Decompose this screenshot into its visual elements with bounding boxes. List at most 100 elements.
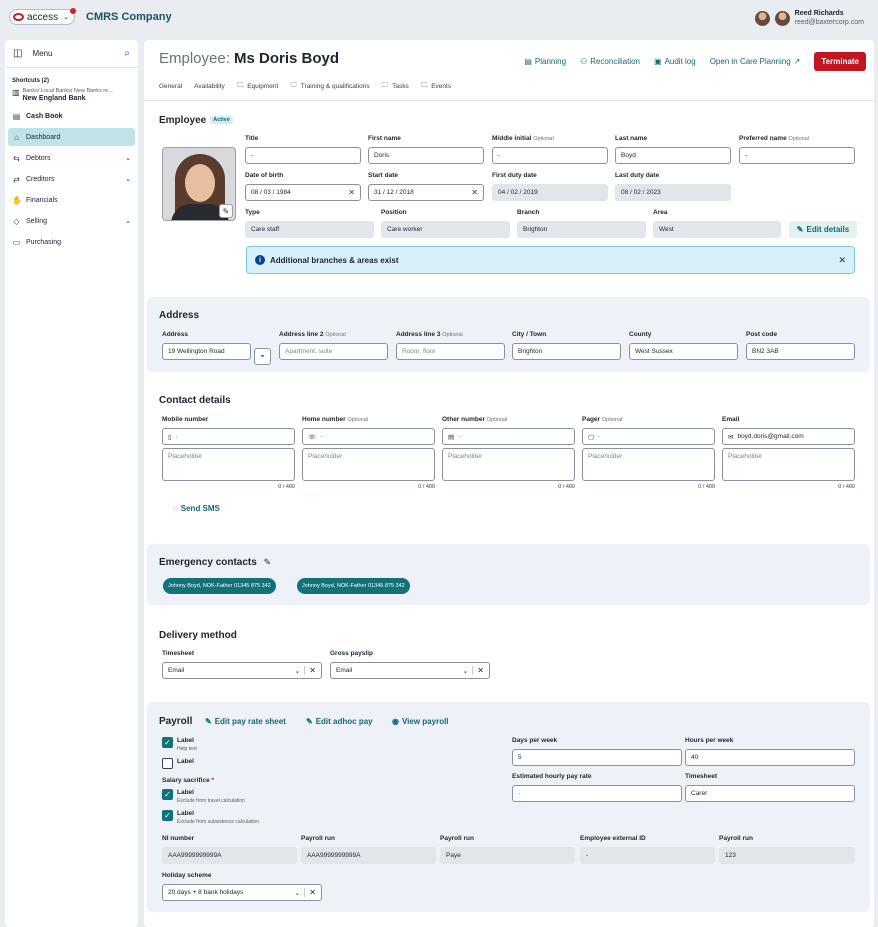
shortcut-cash-book[interactable]: ▤ Cash Book xyxy=(8,107,135,125)
checkbox-2[interactable]: Label xyxy=(162,758,194,769)
clear-icon[interactable]: ✕ xyxy=(472,666,484,675)
first-duty-value: 04 / 02 / 2019 xyxy=(492,184,608,201)
tab-equipment[interactable]: 🗀 Equipment xyxy=(237,81,279,92)
pencil-icon[interactable]: ✎ xyxy=(219,204,233,218)
first-name-input[interactable]: Doris xyxy=(368,147,484,164)
financials-icon: ✋ xyxy=(12,195,22,205)
salary-sacrifice-label: Salary sacrifice * xyxy=(162,777,214,784)
payroll-run-2-field: Payroll run Paye xyxy=(440,835,575,864)
people-icon: ⚇ xyxy=(580,57,588,66)
field-label: County xyxy=(629,331,652,338)
start-date-input[interactable]: 31 / 12 / 2018 ✕ xyxy=(368,184,484,201)
sidebar-item-selling[interactable]: ◇ Selling ⌄ xyxy=(8,212,135,230)
close-icon[interactable]: ✕ xyxy=(838,255,846,266)
edit-pay-rate-link[interactable]: ✎ Edit pay rate sheet xyxy=(205,717,286,726)
terminate-button[interactable]: Terminate xyxy=(814,52,866,71)
contact-chip[interactable]: Johnny Boyd, NOK-Father 01345 875 342 xyxy=(297,578,410,594)
logo-text: access xyxy=(27,11,59,23)
tab-training[interactable]: 🗀 Training & qualifications xyxy=(290,81,369,92)
planning-link[interactable]: ▤ Planning xyxy=(524,57,566,66)
county-input[interactable]: West Sussex xyxy=(629,343,738,360)
title-input[interactable]: - xyxy=(245,147,361,164)
placeholder: Room, floor xyxy=(402,348,436,355)
mobile-input[interactable]: ▯ - xyxy=(162,428,295,445)
sidebar-item-dashboard[interactable]: ⌂ Dashboard xyxy=(8,128,135,146)
menu-toggle-icon[interactable]: ◫ xyxy=(13,48,22,59)
info-icon: i xyxy=(255,255,265,265)
middle-initial-input[interactable]: - xyxy=(492,147,608,164)
home-notes[interactable]: Placeholder xyxy=(302,448,435,481)
payslip-select[interactable]: Email ⌄ ✕ xyxy=(330,662,490,679)
other-notes[interactable]: Placeholder xyxy=(442,448,575,481)
checkbox-4[interactable]: ✓ Label Exclude from subsistence calculati… xyxy=(162,810,259,826)
clear-icon[interactable]: ✕ xyxy=(471,188,478,197)
email-notes[interactable]: Placeholder xyxy=(722,448,855,481)
edit-details-button[interactable]: ✎ Edit details xyxy=(789,221,857,238)
field-label: Branch xyxy=(517,209,540,216)
edit-adhoc-pay-link[interactable]: ✎ Edit adhoc pay xyxy=(306,717,373,726)
reconciliation-link[interactable]: ⚇ Reconciliation xyxy=(580,57,640,66)
access-logo-icon xyxy=(13,13,24,21)
clear-icon[interactable]: ✕ xyxy=(304,666,316,675)
search-icon[interactable]: ⌕ xyxy=(124,48,130,59)
address-line3-input[interactable]: Room, floor xyxy=(396,343,505,360)
char-counter: 0 / 400 xyxy=(698,484,715,490)
avatar[interactable] xyxy=(754,10,770,26)
home-input[interactable]: ☏ - xyxy=(302,428,435,445)
sidebar-item-financials[interactable]: ✋ Financials xyxy=(8,191,135,209)
clear-icon[interactable]: ✕ xyxy=(304,888,316,897)
hourly-rate-input[interactable]: - xyxy=(512,785,682,802)
tab-availability[interactable]: Availability xyxy=(194,81,225,92)
mobile-notes[interactable]: Placeholder xyxy=(162,448,295,481)
avatar[interactable] xyxy=(774,10,790,26)
sidebar-item-purchasing[interactable]: ▭ Purchasing xyxy=(8,233,135,251)
holiday-scheme-select[interactable]: 20 days + 8 bank holidays ⌄ ✕ xyxy=(162,884,322,901)
char-counter: 0 / 400 xyxy=(278,484,295,490)
timesheet-delivery-field: Timesheet Email ⌄ ✕ xyxy=(162,650,322,679)
city-input[interactable]: Brighton xyxy=(512,343,621,360)
user-profile[interactable]: Reed Richards reed@baxtercorp.com xyxy=(754,9,864,27)
tab-general[interactable]: General xyxy=(159,81,182,92)
tab-tasks[interactable]: 🗀 Tasks xyxy=(382,81,409,92)
menu-header: ◫ Menu ⌕ xyxy=(5,40,138,68)
checkbox-1[interactable]: ✓ Label Help text xyxy=(162,737,197,753)
address-line2-input[interactable]: Apartment, suite xyxy=(279,343,388,360)
preferred-name-input[interactable]: - xyxy=(739,147,855,164)
view-payroll-link[interactable]: ◉ View payroll xyxy=(392,717,449,726)
tab-events[interactable]: 🗀 Events xyxy=(421,81,451,92)
shortcut-bank[interactable]: ▥ Banks/ Local Banks/ New Banks re... New … xyxy=(5,88,138,107)
timesheet-input[interactable]: Carer xyxy=(685,785,855,802)
clear-icon[interactable]: ✕ xyxy=(348,188,355,197)
days-per-week-input[interactable]: 5 xyxy=(512,749,682,766)
payroll-run-3-field: Payroll run 123 xyxy=(719,835,855,864)
open-care-planning-link[interactable]: Open in Care Planning ↗ xyxy=(710,57,801,66)
checkbox-3[interactable]: ✓ Label Exclude from travel calculation xyxy=(162,789,245,805)
dob-input[interactable]: 08 / 03 / 1984 ✕ xyxy=(245,184,361,201)
audit-log-link[interactable]: ▣ Audit log xyxy=(654,57,696,66)
pencil-icon[interactable]: ✎ xyxy=(264,557,272,567)
phone-icon: ▯ xyxy=(168,433,172,441)
location-pin-button[interactable]: ⌖ xyxy=(254,348,271,365)
optional-tag: Optional xyxy=(486,417,508,423)
branches-alert: i Additional branches & areas exist ✕ xyxy=(246,246,855,274)
sidebar-item-label: Selling xyxy=(26,217,48,225)
hours-per-week-input[interactable]: 40 xyxy=(685,749,855,766)
send-sms-button[interactable]: ◌ Send SMS xyxy=(173,504,220,513)
sidebar-item-creditors[interactable]: ⇄ Creditors ⌄ xyxy=(8,170,135,188)
last-name-input[interactable]: Boyd xyxy=(615,147,731,164)
tab-label: Training & qualifications xyxy=(300,83,370,90)
check-icon: ✓ xyxy=(162,737,173,748)
sidebar-item-debtors[interactable]: ⇆ Debtors ⌄ xyxy=(8,149,135,167)
timesheet-select[interactable]: Email ⌄ ✕ xyxy=(162,662,322,679)
start-date-field: Start date 31 / 12 / 2018 ✕ xyxy=(368,172,484,201)
contact-chip[interactable]: Johnny Boyd, NOK-Father 01345 875 342 xyxy=(163,578,276,594)
field-label: First name xyxy=(368,135,401,142)
address-input[interactable]: 19 Wellington Road xyxy=(162,343,251,360)
app-switcher[interactable]: access ⌄ xyxy=(9,8,76,25)
pager-input[interactable]: ▢ - xyxy=(582,428,715,445)
postcode-input[interactable]: BN2 3AB xyxy=(746,343,855,360)
chat-icon: ◌ xyxy=(173,504,178,513)
other-input[interactable]: ▤ - xyxy=(442,428,575,445)
email-input[interactable]: ✉ boyd.doris@gmail.com xyxy=(722,428,855,445)
pager-notes[interactable]: Placeholder xyxy=(582,448,715,481)
